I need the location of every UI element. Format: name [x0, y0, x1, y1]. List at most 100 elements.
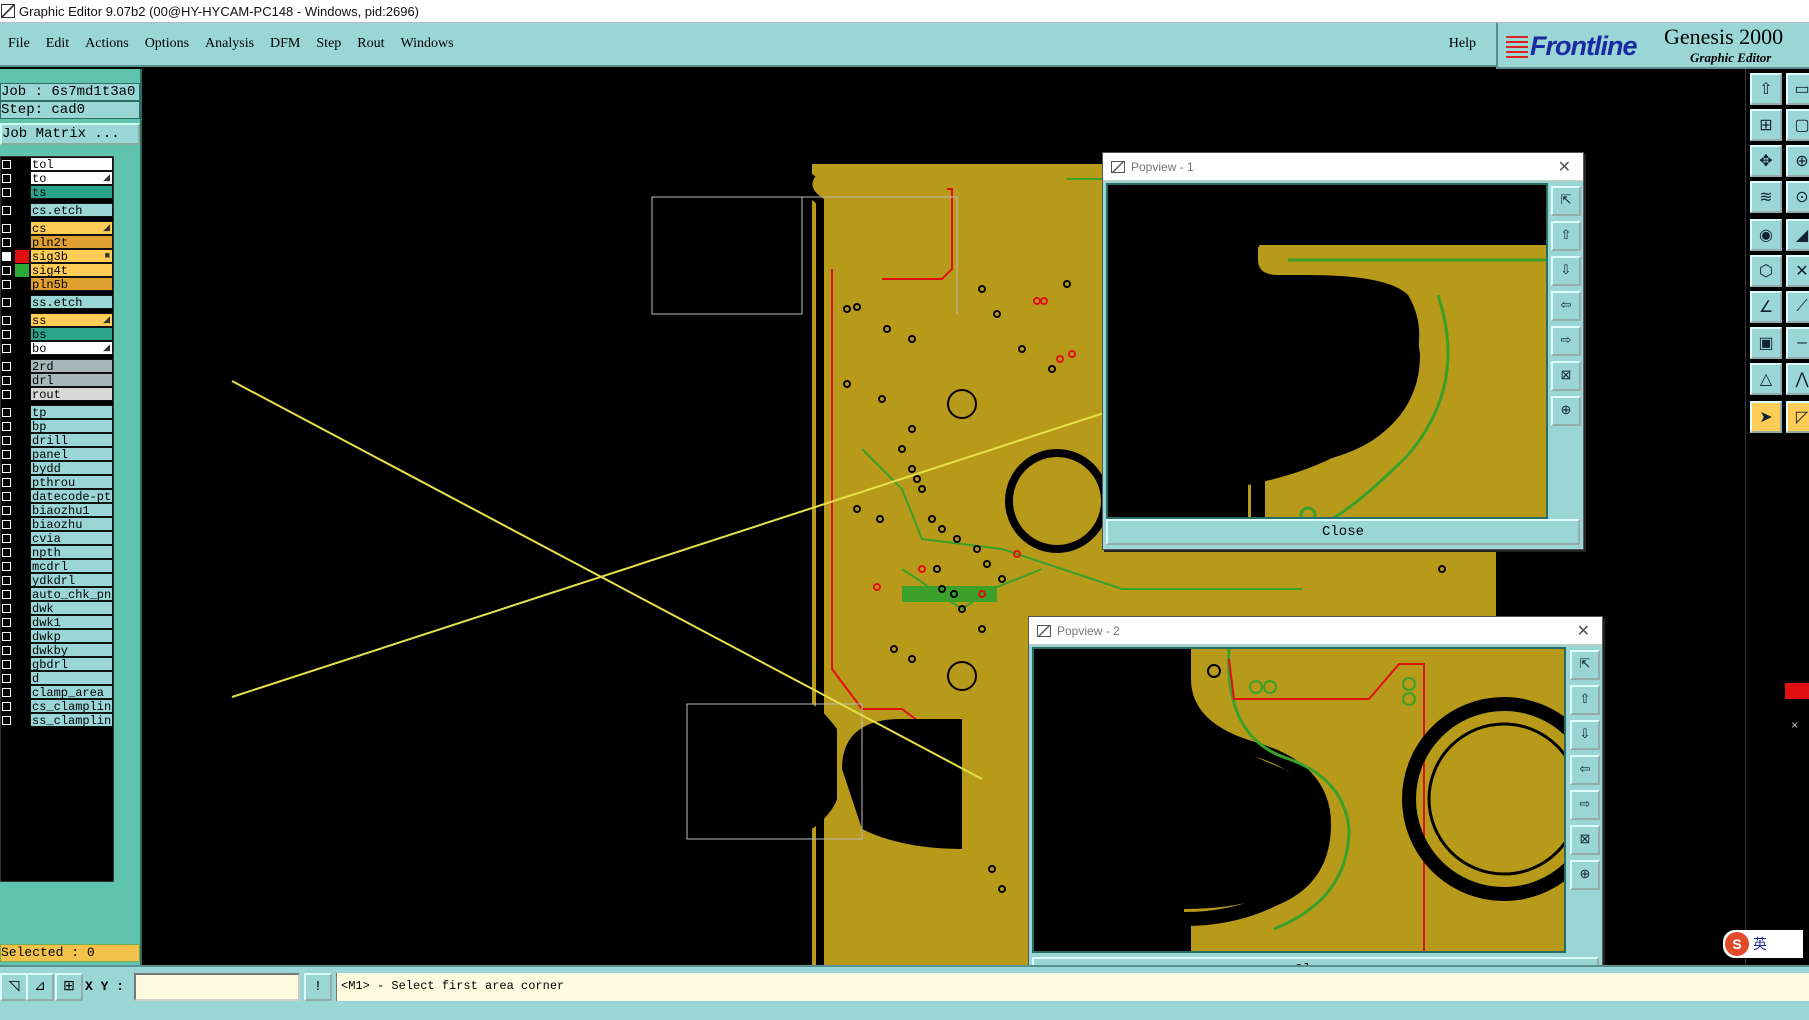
layer-color-swatch[interactable]: [15, 700, 29, 713]
popview-zoom-in-icon[interactable]: ⇧: [1551, 221, 1581, 251]
layer-row[interactable]: cs_clampline: [1, 699, 113, 714]
layer-color-swatch[interactable]: [15, 602, 29, 615]
layer-color-swatch[interactable]: [15, 328, 29, 341]
layer-row[interactable]: bp: [1, 419, 113, 434]
layer-color-swatch[interactable]: [15, 658, 29, 671]
layer-row[interactable]: npth: [1, 545, 113, 560]
layer-name[interactable]: dwkby: [30, 643, 113, 657]
layer-row[interactable]: datecode-ptc: [1, 489, 113, 504]
layer-checkbox[interactable]: [2, 520, 11, 529]
layer-name[interactable]: to: [30, 171, 113, 185]
layer-checkbox[interactable]: [2, 408, 11, 417]
grid-icon[interactable]: ⊞: [55, 973, 83, 1001]
layer-color-swatch[interactable]: [15, 222, 29, 235]
layer-checkbox[interactable]: [2, 280, 11, 289]
layer-row[interactable]: ydkdrl: [1, 573, 113, 588]
layer-color-swatch[interactable]: [15, 630, 29, 643]
layer-checkbox[interactable]: [2, 478, 11, 487]
ime-indicator[interactable]: S 英: [1723, 930, 1803, 958]
layer-row[interactable]: 2rd: [1, 359, 113, 374]
layer-row[interactable]: cs ◢: [1, 221, 113, 236]
popview-pan-right-icon[interactable]: ⇨: [1570, 790, 1600, 820]
layer-checkbox[interactable]: [2, 674, 11, 683]
layer-name[interactable]: dwk: [30, 601, 113, 615]
layer-checkbox[interactable]: [2, 506, 11, 515]
layer-row[interactable]: auto_chk_pni: [1, 587, 113, 602]
layer-name[interactable]: pln5b: [30, 277, 113, 291]
layer-checkbox[interactable]: [2, 224, 11, 233]
menu-file[interactable]: File: [0, 36, 38, 52]
layer-row[interactable]: biaozhu: [1, 517, 113, 532]
cross-tool[interactable]: ✕: [1786, 255, 1809, 287]
layer-checkbox[interactable]: [2, 160, 11, 169]
layer-name[interactable]: cs: [30, 221, 113, 235]
layer-row[interactable]: sig4t: [1, 263, 113, 278]
layer-checkbox[interactable]: [2, 702, 11, 711]
layer-row[interactable]: mcdrl: [1, 559, 113, 574]
slope-tool[interactable]: ⟋: [1786, 291, 1809, 323]
layer-row[interactable]: pln2t: [1, 235, 113, 250]
menu-actions[interactable]: Actions: [77, 36, 137, 52]
layer-checkbox[interactable]: [2, 266, 11, 275]
layer-row[interactable]: ts: [1, 185, 113, 200]
measure-tool[interactable]: ◢: [1786, 219, 1809, 251]
layer-row[interactable]: clamp_area: [1, 685, 113, 700]
polygon-tool[interactable]: ⋀: [1786, 363, 1809, 395]
layer-name[interactable]: gbdrl: [30, 657, 113, 671]
layer-name[interactable]: drill: [30, 433, 113, 447]
layer-checkbox[interactable]: [2, 390, 11, 399]
layer-color-swatch[interactable]: [15, 278, 29, 291]
layer-color-swatch[interactable]: [15, 588, 29, 601]
layer-color-swatch[interactable]: [15, 360, 29, 373]
layer-name[interactable]: sig4t: [30, 263, 113, 277]
layer-name[interactable]: bo: [30, 341, 113, 355]
layer-checkbox[interactable]: [2, 238, 11, 247]
layer-checkbox[interactable]: [2, 450, 11, 459]
layer-name[interactable]: panel: [30, 447, 113, 461]
layer-name[interactable]: rout: [30, 387, 113, 401]
snap-tool[interactable]: ◉: [1750, 219, 1782, 251]
layer-name[interactable]: ss.etch: [30, 295, 113, 309]
layer-color-swatch[interactable]: [15, 714, 29, 727]
menu-analysis[interactable]: Analysis: [197, 36, 262, 52]
layer-name[interactable]: pthrou: [30, 475, 113, 489]
popview-zoom-home-icon[interactable]: ⇱: [1570, 650, 1600, 680]
layer-row[interactable]: bs: [1, 327, 113, 342]
layer-name[interactable]: drl: [30, 373, 113, 387]
layer-checkbox[interactable]: [2, 464, 11, 473]
layer-checkbox[interactable]: [2, 660, 11, 669]
layer-color-swatch[interactable]: [15, 532, 29, 545]
close-icon[interactable]: ✕: [1577, 621, 1590, 641]
layer-row[interactable]: tol: [1, 157, 113, 172]
layer-color-swatch[interactable]: [15, 574, 29, 587]
layer-row[interactable]: drl: [1, 373, 113, 388]
layer-row[interactable]: sig3b ■: [1, 249, 113, 264]
popview-fit-icon[interactable]: ⊠: [1570, 825, 1600, 855]
layer-color-swatch[interactable]: [15, 204, 29, 217]
layer-name[interactable]: ss_clampline: [30, 713, 113, 727]
layer-color-swatch[interactable]: [15, 158, 29, 171]
layer-row[interactable]: cs.etch: [1, 203, 113, 218]
layer-name[interactable]: cs.etch: [30, 203, 113, 217]
layer-name[interactable]: dwk1: [30, 615, 113, 629]
layer-checkbox[interactable]: [2, 206, 11, 215]
layer-name[interactable]: d: [30, 671, 113, 685]
layer-color-swatch[interactable]: [15, 490, 29, 503]
menu-dfm[interactable]: DFM: [262, 36, 308, 52]
layer-checkbox[interactable]: [2, 362, 11, 371]
popview-zoom-out-icon[interactable]: ⇩: [1551, 256, 1581, 286]
popview-zoom-out-icon[interactable]: ⇩: [1570, 720, 1600, 750]
layer-checkbox[interactable]: [2, 576, 11, 585]
layer-name[interactable]: ss: [30, 313, 113, 327]
layer-color-swatch[interactable]: [15, 420, 29, 433]
layer-checkbox[interactable]: [2, 562, 11, 571]
close-icon[interactable]: ✕: [1558, 157, 1571, 177]
layer-color-swatch[interactable]: [15, 172, 29, 185]
close-indicator-icon[interactable]: ×: [1791, 719, 1798, 733]
layer-color-swatch[interactable]: [15, 296, 29, 309]
redraw-tool[interactable]: ⊕: [1786, 145, 1809, 177]
layer-row[interactable]: dwkby: [1, 643, 113, 658]
layer-row[interactable]: biaozhu1: [1, 503, 113, 518]
layer-checkbox[interactable]: [2, 688, 11, 697]
layer-checkbox[interactable]: [2, 716, 11, 725]
